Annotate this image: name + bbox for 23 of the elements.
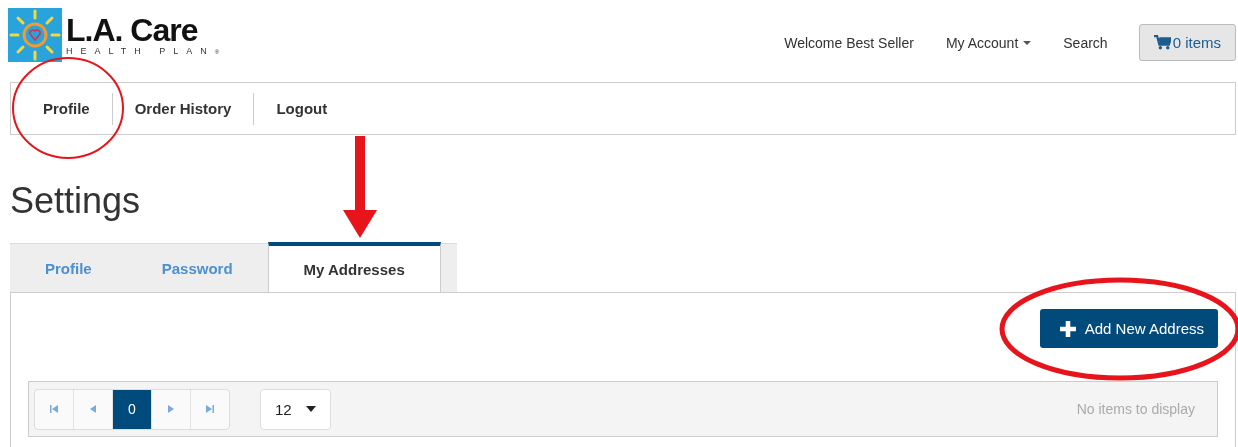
nav-link[interactable]: Profile	[21, 100, 112, 117]
nav-link[interactable]: Order History	[112, 100, 254, 117]
page-title: Settings	[10, 179, 141, 223]
add-address-button[interactable]: Add New Address	[1039, 309, 1218, 348]
account-menu[interactable]: My Account	[945, 34, 1032, 51]
logo-wordmark: L.A. Care	[66, 14, 199, 46]
cart-button[interactable]: 0 items	[1138, 24, 1236, 61]
next-icon	[168, 405, 174, 413]
nav-link[interactable]: Logout	[254, 100, 350, 117]
plus-icon	[1059, 320, 1076, 337]
last-icon	[206, 405, 214, 413]
pager-status: No items to display	[1076, 401, 1195, 417]
cart-icon	[1153, 35, 1171, 50]
caret-icon	[1023, 40, 1032, 45]
dropdown-arrow-icon	[305, 406, 316, 412]
sun-logo-icon	[8, 8, 62, 62]
page-number-button[interactable]: 0	[112, 389, 151, 429]
first-icon	[50, 405, 58, 413]
search-link[interactable]: Search	[1063, 34, 1108, 51]
page-size-dropdown[interactable]: 12	[260, 388, 331, 430]
welcome-text: Welcome Best Seller	[784, 34, 914, 51]
tab[interactable]: My Addresses	[267, 242, 441, 292]
previous-icon	[90, 405, 96, 413]
